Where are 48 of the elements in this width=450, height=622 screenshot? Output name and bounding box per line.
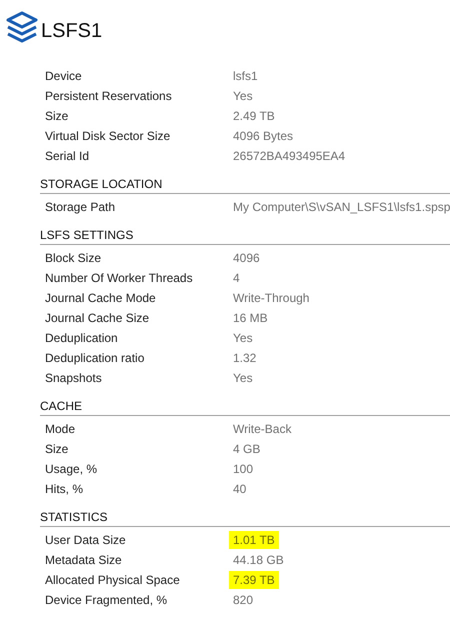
property-value: Yes	[232, 370, 254, 387]
property-label: Usage, %	[45, 462, 98, 476]
section-heading: LSFS SETTINGS	[40, 226, 450, 245]
section-heading: STATISTICS	[40, 508, 450, 527]
property-value: Yes	[232, 330, 254, 347]
section-heading: STORAGE LOCATION	[40, 175, 450, 194]
property-label: Allocated Physical Space	[45, 573, 180, 587]
property-label: Journal Cache Mode	[45, 291, 156, 305]
property-label: Metadata Size	[45, 553, 122, 567]
property-value: 820	[232, 592, 254, 609]
page-title: LSFS1	[41, 19, 102, 43]
property-value: 7.39 TB	[229, 571, 279, 589]
property-value: 2.49 TB	[232, 108, 276, 125]
layers-icon	[5, 10, 39, 44]
property-label: Deduplication ratio	[45, 351, 144, 365]
property-value: 1.01 TB	[229, 531, 279, 549]
property-value: 4	[232, 270, 241, 287]
section-heading: CACHE	[40, 397, 450, 416]
property-value: 4 GB	[232, 441, 262, 458]
property-value: lsfs1	[232, 68, 259, 85]
property-label: Persistent Reservations	[45, 89, 172, 103]
property-label: Snapshots	[45, 371, 102, 385]
property-label: Size	[45, 442, 68, 456]
property-label: Device	[45, 69, 82, 83]
property-value: 1.32	[232, 350, 258, 367]
property-value: Write-Back	[232, 421, 292, 438]
property-value: 4096	[232, 250, 261, 267]
property-label: Hits, %	[45, 482, 84, 496]
property-label: Storage Path	[45, 200, 116, 214]
property-label: Device Fragmented, %	[45, 593, 168, 607]
property-label: Block Size	[45, 251, 102, 265]
property-value: 44.18 GB	[232, 552, 285, 569]
property-label: User Data Size	[45, 533, 126, 547]
property-value: 40	[232, 481, 248, 498]
property-value: 100	[232, 461, 254, 478]
property-label: Deduplication	[45, 331, 118, 345]
property-value: 4096 Bytes	[232, 128, 294, 145]
property-label: Mode	[45, 422, 76, 436]
property-value: Write-Through	[232, 290, 310, 307]
property-label: Number Of Worker Threads	[45, 271, 193, 285]
property-value: My Computer\S\vSAN_LSFS1\lsfs1.spsp	[232, 199, 450, 216]
property-label: Size	[45, 109, 68, 123]
property-value: 26572BA493495EA4	[232, 148, 346, 165]
property-value: Yes	[232, 88, 254, 105]
property-label: Virtual Disk Sector Size	[45, 129, 170, 143]
property-value: 16 MB	[232, 310, 269, 327]
property-label: Journal Cache Size	[45, 311, 150, 325]
property-label: Serial Id	[45, 149, 90, 163]
